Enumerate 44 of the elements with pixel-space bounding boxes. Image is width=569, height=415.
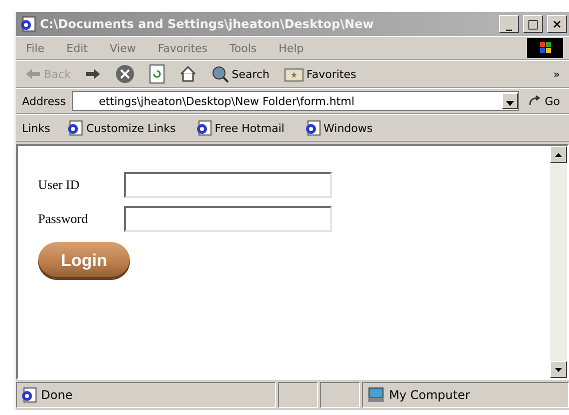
field-label: Password — [38, 211, 89, 227]
go-button[interactable]: Go — [524, 94, 563, 108]
back-arrow-icon — [25, 68, 41, 80]
link-button[interactable]: Customize Links — [64, 120, 179, 136]
computer-icon — [367, 387, 385, 403]
input-field[interactable] — [124, 206, 332, 232]
zone-text: My Computer — [389, 388, 470, 402]
home-icon — [178, 65, 197, 83]
close-button[interactable]: × — [547, 15, 567, 33]
search-icon — [210, 65, 229, 83]
up-arrow-icon — [555, 152, 562, 156]
address-field[interactable]: ettings\jheaton\Desktop\New Folder\form.html — [72, 91, 519, 111]
stop-icon — [114, 64, 135, 84]
page-icon — [304, 120, 320, 136]
forward-arrow-icon — [84, 68, 101, 80]
dropdown-button[interactable] — [502, 93, 518, 109]
search-button[interactable]: Search — [208, 65, 273, 83]
refresh-icon — [148, 64, 165, 84]
status-pane — [320, 382, 360, 408]
status-pane — [278, 382, 318, 408]
minimize-button[interactable]: _ — [499, 15, 519, 33]
scroll-down-button[interactable] — [550, 361, 567, 378]
maximize-button[interactable]: □ — [523, 15, 543, 33]
go-arrow-icon — [528, 95, 542, 107]
field-label: User ID — [38, 177, 81, 193]
scrollbar[interactable] — [550, 146, 567, 378]
links-label: Links — [22, 122, 50, 134]
page-icon — [20, 16, 36, 32]
favorites-button[interactable]: Favorites — [280, 66, 360, 82]
more-button[interactable]: » — [550, 68, 563, 80]
address-text: ettings\jheaton\Desktop\New Folder\form.html — [98, 94, 356, 108]
status-text: Done — [41, 388, 73, 402]
link-button[interactable]: Free Hotmail — [192, 120, 288, 136]
down-arrow-icon — [555, 368, 562, 372]
scroll-up-button[interactable] — [550, 146, 567, 163]
page-icon — [21, 387, 37, 403]
link-button[interactable]: Windows — [302, 120, 376, 136]
page-icon — [67, 120, 84, 136]
windows-logo-icon — [527, 38, 563, 58]
address-label: Address — [22, 94, 66, 108]
window-title: C:\Documents and Settings\jheaton\Desktop\New — [40, 17, 375, 31]
page-icon — [196, 120, 212, 136]
caret-icon — [506, 101, 514, 106]
input-field[interactable] — [124, 172, 332, 198]
